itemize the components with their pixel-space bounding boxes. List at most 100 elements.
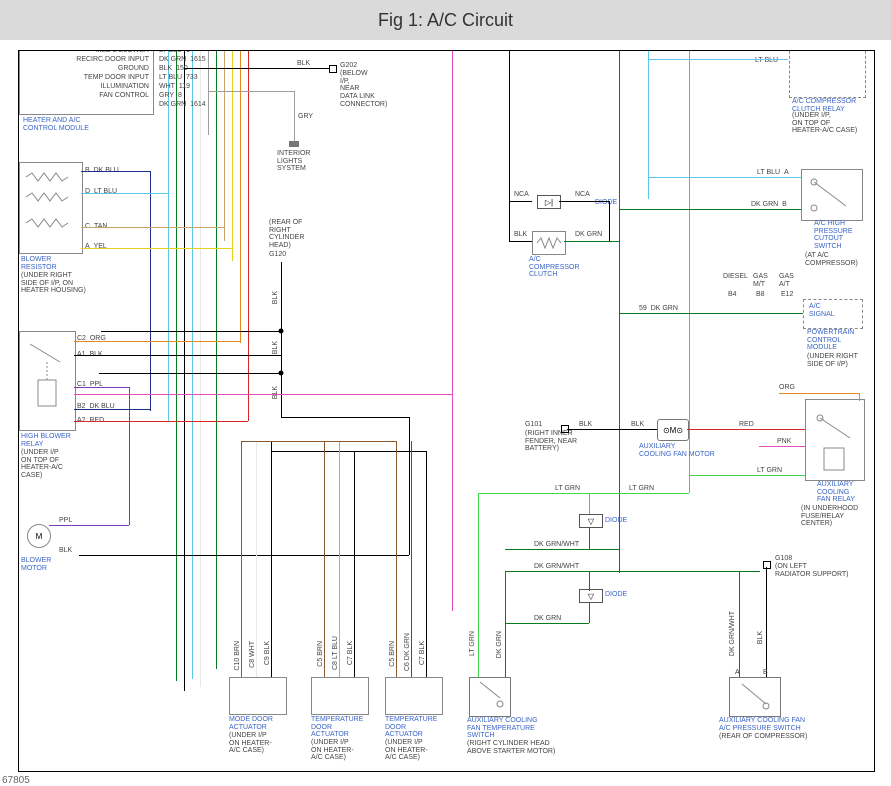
ground-loc: (RIGHT INNER FENDER, NEAR BATTERY): [525, 430, 577, 453]
pin: C8 LT BLU: [332, 636, 340, 670]
wire-label: BLK: [272, 386, 280, 399]
ac-pressure-switch: [729, 677, 781, 717]
wire-label: LT BLU 1: [159, 50, 190, 55]
pin: C6 DK GRN: [404, 633, 412, 671]
ground-loc: (REAR OF RIGHT CYLINDER HEAD): [269, 219, 304, 250]
component-loc: (UNDER I/P, ON TOP OF HEATER-A/C CASE): [792, 112, 857, 135]
component-name: TEMPERATURE DOOR ACTUATOR: [311, 716, 363, 739]
pcm-col: GAS M/T: [753, 273, 768, 288]
wire-label: LT GRN: [555, 485, 580, 493]
pin: DK GRN B: [751, 201, 787, 209]
pcm-signal: A/C SIGNAL: [809, 303, 835, 318]
pin-label: MED 2 BLOWER: [69, 50, 149, 55]
component-loc: (UNDER RIGHT SIDE OF I/P): [807, 353, 858, 368]
pin: C9 BLK: [264, 641, 272, 665]
relay-icon: [20, 332, 75, 430]
component-name: HEATER AND A/C CONTROL MODULE: [23, 117, 89, 132]
wire-label: PPL: [59, 517, 72, 525]
pin: D LT BLU: [85, 188, 117, 196]
component-loc: (UNDER I/P ON HEATER- A/C CASE): [385, 739, 428, 762]
wire-label: LT GRN: [757, 467, 782, 475]
wire-label: LT GRN: [469, 631, 477, 656]
component-name: BLOWER RESISTOR: [21, 256, 57, 271]
temperature-door-actuator-2: [385, 677, 443, 715]
wire-label: NCA: [575, 191, 590, 199]
wire-label: BLK: [514, 231, 527, 239]
diagram-canvas: MED 2 BLOWER RECIRC DOOR INPUT GROUND TE…: [18, 50, 875, 772]
wire-label: BLK: [297, 60, 310, 68]
component-loc: (RIGHT CYLINDER HEAD ABOVE STARTER MOTOR…: [467, 740, 555, 755]
wire-label: LT BLU 733: [159, 74, 198, 82]
pin-label: GROUND: [97, 65, 149, 73]
wire-label: BLK: [579, 421, 592, 429]
diagram-frame: Fig 1: A/C Circuit MED 2 BLOWER RECIRC D…: [0, 0, 891, 786]
ground-label: G202: [340, 62, 357, 70]
title-bar: Fig 1: A/C Circuit: [0, 0, 891, 40]
pin-label: A: [735, 669, 740, 677]
wire-label: DK GRN/WHT: [534, 541, 579, 549]
wire-label: BLK: [272, 291, 280, 304]
wire-label: DK GRN: [575, 231, 602, 239]
ground-label: G120: [269, 251, 286, 259]
component-name: AUXILIARY COOLING FAN RELAY: [817, 481, 855, 504]
component-name: HIGH BLOWER RELAY: [21, 433, 71, 448]
pin: C7 BLK: [419, 641, 427, 665]
arrow-down-icon: [289, 141, 299, 147]
figure-title: Fig 1: A/C Circuit: [378, 10, 513, 31]
wire-label: BLK: [631, 421, 644, 429]
wire-label: BLK: [757, 631, 765, 644]
pin: C5 BRN: [317, 641, 325, 667]
component-loc: (IN UNDERHOOD FUSE/RELAY CENTER): [801, 505, 858, 528]
pin-label: RECIRC DOOR INPUT: [61, 56, 149, 64]
pin: C7 BLK: [347, 641, 355, 665]
wire-label: DK GRN 1614: [159, 101, 206, 109]
component-name: INTERIOR LIGHTS SYSTEM: [277, 150, 310, 173]
component-name: BLOWER MOTOR: [21, 557, 51, 572]
pcm-pin: E12: [781, 291, 793, 299]
wire-label: BLK: [272, 341, 280, 354]
clutch-relay: [789, 50, 866, 98]
pcm-col: DIESEL: [723, 273, 748, 281]
motor-icon: M: [27, 524, 51, 548]
pin: C10 BRN: [234, 641, 242, 671]
pin: A YEL: [85, 243, 107, 251]
blower-resistor: [19, 162, 83, 254]
aux-fan-temp-switch: [469, 677, 511, 717]
wire-label: BLK: [59, 547, 72, 555]
splice-symbol: [763, 561, 771, 569]
diode-icon: ▽: [579, 589, 603, 603]
page-number: 67805: [2, 775, 30, 786]
component-loc: (UNDER I/P ON HEATER- A/C CASE): [229, 732, 272, 755]
splice-symbol: [329, 65, 337, 73]
component-loc: (AT A/C COMPRESSOR): [805, 252, 858, 267]
pin: C8 WHT: [249, 641, 257, 668]
wire-label: DK GRN: [496, 631, 504, 658]
wire-label: PNK: [777, 438, 791, 446]
pin-label: B: [763, 669, 768, 677]
component-name: TEMPERATURE DOOR ACTUATOR: [385, 716, 437, 739]
wire-label: GRY: [298, 113, 313, 121]
wire-label: DK GRN/WHT: [729, 611, 737, 656]
wire-label: RED: [739, 421, 754, 429]
component-name: A/C COMPRESSOR CLUTCH: [529, 256, 580, 279]
component-name: AUXILIARY COOLING FAN A/C PRESSURE SWITC…: [719, 717, 805, 732]
diode-icon: ▽: [579, 514, 603, 528]
aux-cooling-fan-motor: ⊙M⊙: [657, 419, 689, 441]
component-name: MODE DOOR ACTUATOR: [229, 716, 273, 731]
resistor-icon: [20, 163, 82, 253]
wire-label: ORG: [779, 384, 795, 392]
pin: LT BLU A: [757, 169, 789, 177]
mode-door-actuator: [229, 677, 287, 715]
component-name: A/C HIGH PRESSURE CUTOUT SWITCH: [814, 220, 853, 251]
wire-label: DK GRN 1615: [159, 56, 206, 64]
wire-label: DK GRN/WHT: [534, 563, 579, 571]
aux-cooling-fan-relay: [805, 399, 865, 481]
component-loc: (UNDER I/P ON TOP OF HEATER-A/C CASE): [21, 449, 63, 480]
component-loc: (UNDER I/P ON HEATER- A/C CASE): [311, 739, 354, 762]
component-loc: (UNDER RIGHT SIDE OF I/P, ON HEATER HOUS…: [21, 272, 86, 295]
component-name: DIODE: [605, 591, 627, 599]
pin: 59 DK GRN: [639, 305, 678, 313]
wire-label: NCA: [514, 191, 529, 199]
high-pressure-cutout-switch: [801, 169, 863, 221]
wire-label: WHT 119: [159, 83, 190, 91]
